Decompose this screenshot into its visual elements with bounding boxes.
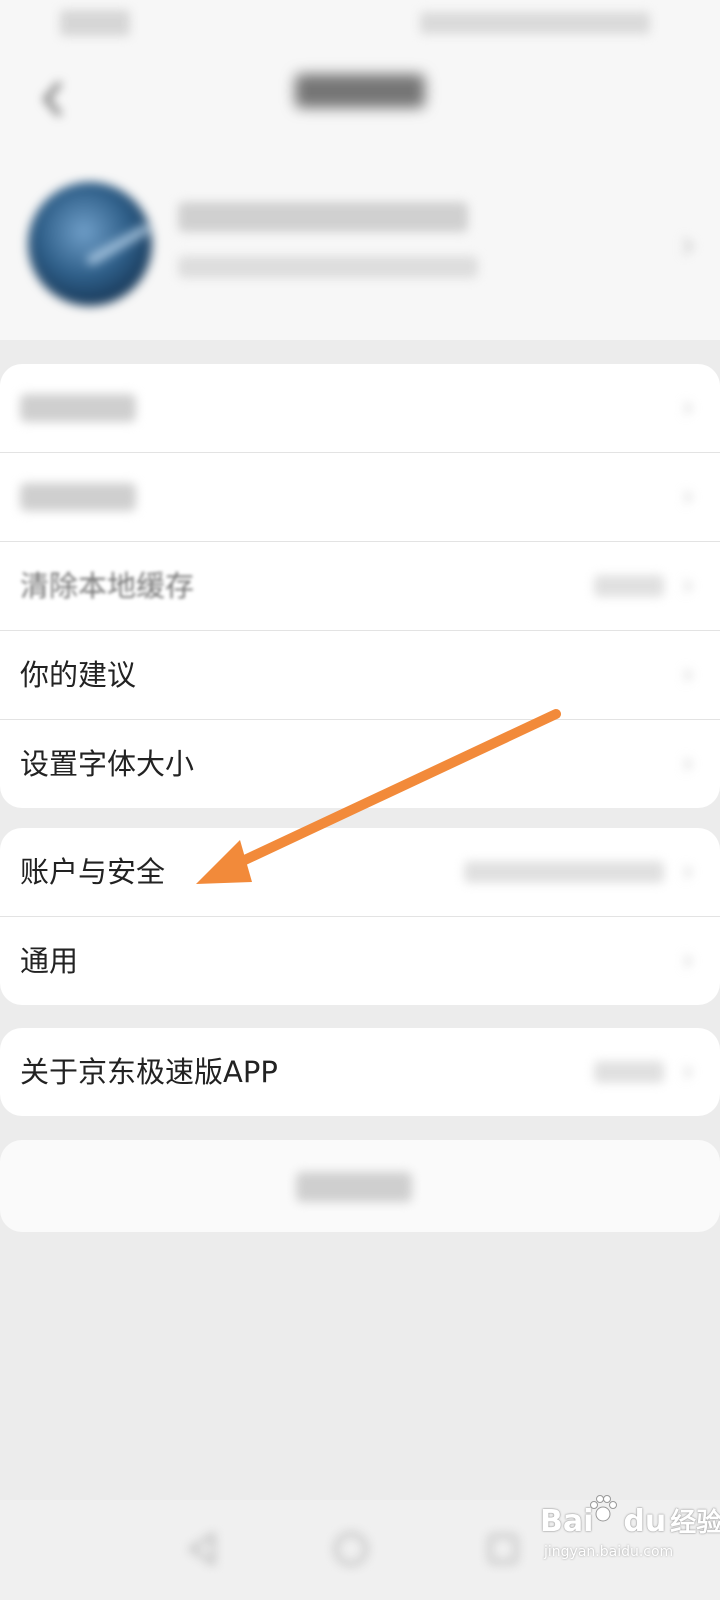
settings-row-blurred-2[interactable]: › xyxy=(0,453,720,542)
settings-row-blurred-1[interactable]: › xyxy=(0,364,720,453)
row-label: 通用 xyxy=(20,944,79,978)
circle-home-icon xyxy=(334,1532,368,1566)
row-label: 账户与安全 xyxy=(20,855,166,889)
row-label: 关于京东极速版APP xyxy=(20,1055,278,1089)
row-label xyxy=(20,394,136,422)
settings-row-feedback[interactable]: 你的建议 › xyxy=(0,631,720,720)
avatar[interactable] xyxy=(28,182,152,306)
chevron-right-icon: › xyxy=(682,479,694,514)
account-security-value xyxy=(464,861,664,883)
logout-button[interactable] xyxy=(0,1140,720,1232)
chevron-right-icon: › xyxy=(682,657,694,692)
header xyxy=(0,60,720,140)
status-time xyxy=(60,10,130,36)
settings-row-account-security[interactable]: 账户与安全 › xyxy=(0,828,720,917)
square-recent-icon xyxy=(488,1534,518,1564)
row-label xyxy=(20,483,136,511)
cache-size-value xyxy=(594,575,664,597)
top-area: › xyxy=(0,0,720,340)
row-label: 清除本地缓存 xyxy=(20,569,195,603)
row-label: 你的建议 xyxy=(20,658,137,692)
profile-name xyxy=(178,202,468,232)
profile-card[interactable]: › xyxy=(0,170,720,320)
watermark-url: jingyan.baidu.com xyxy=(544,1544,674,1560)
status-bar xyxy=(0,0,720,52)
chevron-right-icon: › xyxy=(682,746,694,781)
row-label: 设置字体大小 xyxy=(20,747,195,781)
settings-card-2: 账户与安全 › 通用 › xyxy=(0,828,720,1005)
baidu-jingyan-watermark: Bai du 经验 jingyan.baidu.com xyxy=(540,1494,720,1574)
settings-card-3: 关于京东极速版APP › xyxy=(0,1028,720,1116)
status-icons xyxy=(420,12,650,34)
settings-row-clear-cache[interactable]: 清除本地缓存 › xyxy=(0,542,720,631)
nav-back-button[interactable] xyxy=(180,1526,226,1572)
logout-label xyxy=(296,1172,412,1202)
chevron-right-icon: › xyxy=(682,568,694,603)
settings-card-1: › › 清除本地缓存 › 你的建议 › 设置字体大小 › xyxy=(0,364,720,808)
version-value xyxy=(594,1061,664,1083)
profile-account-id xyxy=(178,256,478,278)
page-title xyxy=(0,74,720,117)
chevron-right-icon: › xyxy=(682,943,694,978)
chevron-right-icon: › xyxy=(682,1054,694,1089)
chevron-right-icon: › xyxy=(682,854,694,889)
chevron-right-icon: › xyxy=(682,390,694,425)
chevron-right-icon: › xyxy=(680,222,696,268)
triangle-back-icon xyxy=(188,1532,215,1566)
settings-row-general[interactable]: 通用 › xyxy=(0,917,720,1005)
settings-row-about[interactable]: 关于京东极速版APP › xyxy=(0,1028,720,1116)
paw-icon xyxy=(590,1495,617,1522)
settings-row-font-size[interactable]: 设置字体大小 › xyxy=(0,720,720,808)
watermark-brand: Bai du 经验 xyxy=(540,1504,720,1539)
nav-recent-button[interactable] xyxy=(480,1526,526,1572)
nav-home-button[interactable] xyxy=(328,1526,374,1572)
